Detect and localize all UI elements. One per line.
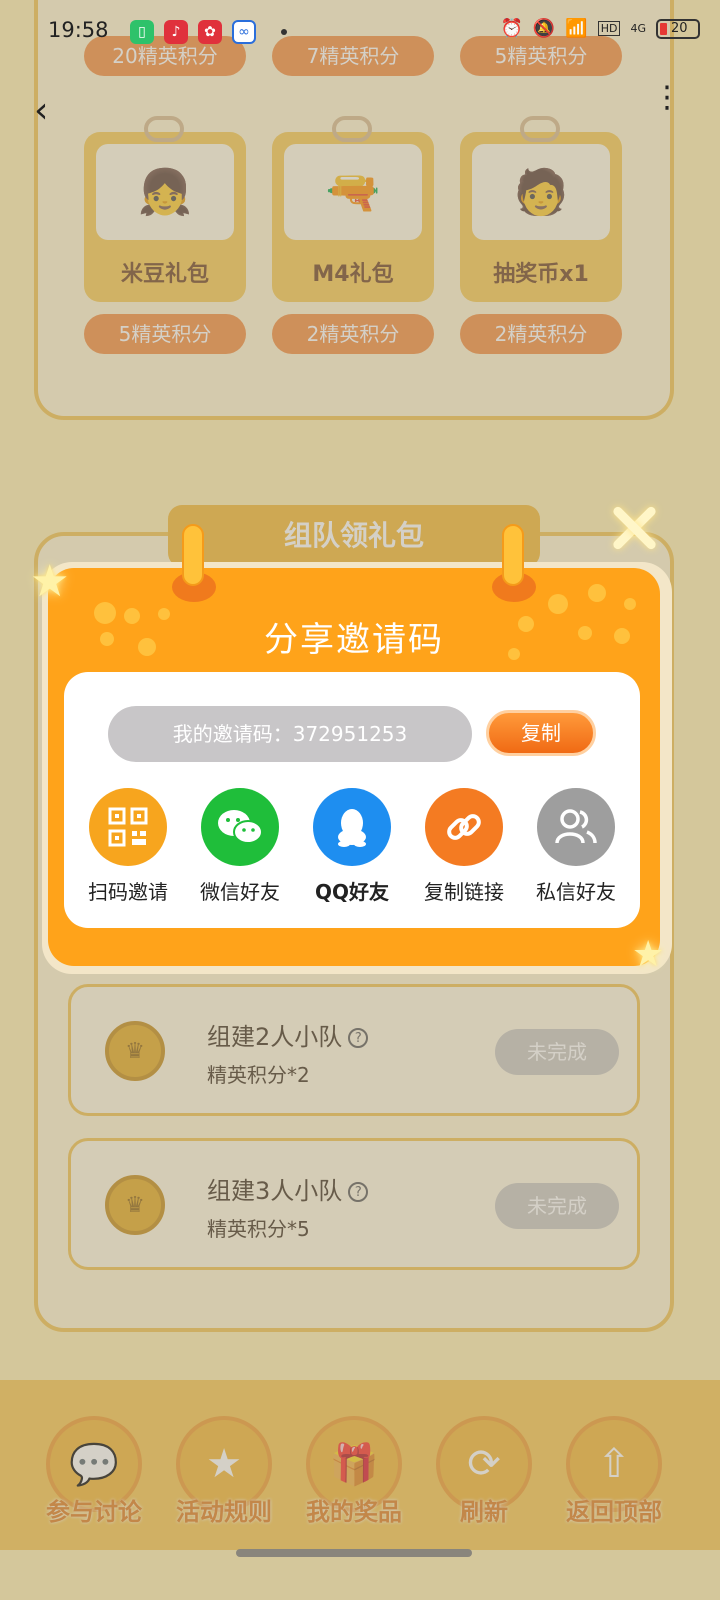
share-private-message[interactable]: 私信好友 [526, 788, 626, 905]
notification-icons: ▯ ♪ ✿ ∞ [130, 20, 256, 44]
more-notifications-icon [281, 29, 287, 35]
phone-manager-icon: ▯ [130, 20, 154, 44]
star-icon: ★ [632, 934, 665, 975]
share-qr-code[interactable]: 扫码邀请 [78, 788, 178, 905]
mute-icon: 🔕 [532, 18, 556, 39]
cloud-icon: ∞ [232, 20, 256, 44]
wechat-icon [201, 788, 279, 866]
more-options-icon[interactable]: ⋮ [652, 83, 682, 132]
wifi-icon: 📶 [565, 18, 588, 39]
qq-icon [313, 788, 391, 866]
modal-title: 分享邀请码 [264, 620, 444, 660]
share-label: 私信好友 [536, 880, 616, 904]
music-icon: ♪ [164, 20, 188, 44]
activity-page: 20精英积分 7精英积分 5精英积分 👧 米豆礼包 🔫 M4礼包 🧑 抽奖币x1… [0, 0, 720, 1600]
status-bar: 19:58 ▯ ♪ ✿ ∞ ⏰ 🔕 📶 HD 4G 20 [0, 0, 720, 64]
friends-icon [537, 788, 615, 866]
qr-code-icon [89, 788, 167, 866]
app-icon: ✿ [198, 20, 222, 44]
status-time: 19:58 [48, 18, 109, 42]
star-icon: ★ [30, 556, 70, 607]
system-icons: ⏰ 🔕 📶 HD 4G 20 [500, 18, 700, 39]
invite-code-display: 我的邀请码：372951253 [108, 706, 472, 762]
binder-ring [492, 524, 536, 604]
share-wechat[interactable]: 微信好友 [190, 788, 290, 905]
battery-icon: 20 [656, 18, 700, 39]
copy-code-button[interactable]: 复制 [486, 710, 596, 756]
binder-ring [172, 524, 216, 604]
share-label: 微信好友 [200, 880, 280, 904]
share-label: 复制链接 [424, 880, 504, 904]
share-label: 扫码邀请 [88, 880, 168, 904]
hd-icon: HD [597, 21, 621, 36]
share-label: QQ好友 [314, 880, 389, 904]
close-icon[interactable] [606, 500, 662, 556]
alarm-icon: ⏰ [500, 18, 523, 39]
signal-icon: 4G [630, 22, 646, 35]
share-copy-link[interactable]: 复制链接 [414, 788, 514, 905]
share-content: 我的邀请码：372951253 复制 扫码邀请 微信好友 QQ好友 复制链接 私… [64, 672, 640, 928]
back-arrow-icon[interactable]: ‹ [34, 90, 64, 131]
link-icon [425, 788, 503, 866]
share-qq[interactable]: QQ好友 [302, 788, 402, 905]
